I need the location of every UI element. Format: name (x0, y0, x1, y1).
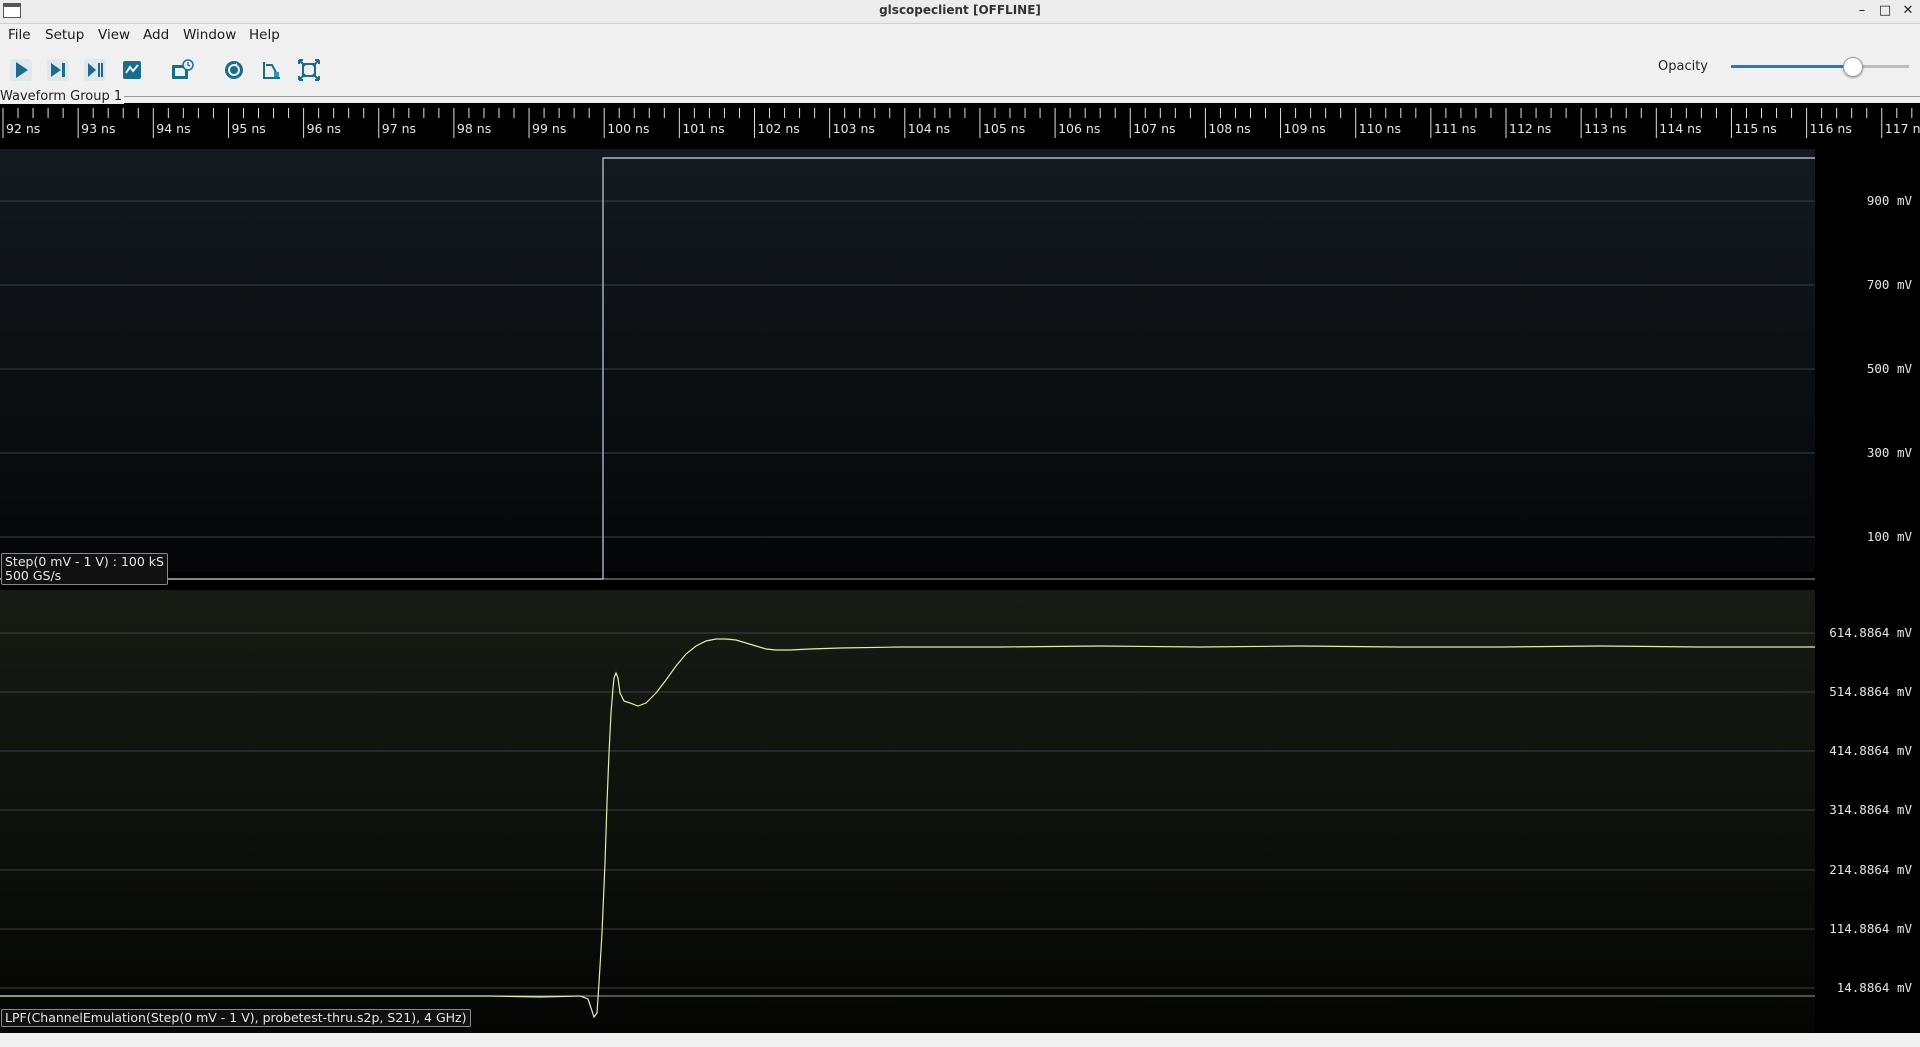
step-channel-label[interactable]: Step(0 mV - 1 V) : 100 kS 500 GS/s (1, 553, 168, 585)
timeline-tick-label: 96 ns (307, 121, 341, 136)
fullscreen-button[interactable] (295, 56, 323, 84)
y-axis-label: 514.8864 mV (1829, 684, 1912, 699)
minimize-icon[interactable]: – (1852, 1, 1872, 21)
timeline-tick-label: 112 ns (1509, 121, 1551, 136)
waveform-canvas[interactable]: 92 ns 93 ns 94 ns 95 ns 96 ns 97 ns 98 ns 99 ns… (0, 103, 1920, 1033)
menu-window[interactable]: Window (183, 27, 236, 43)
y-axis-label: 414.8864 mV (1829, 743, 1912, 758)
stop-icon (123, 61, 141, 79)
menu-setup[interactable]: Setup (45, 27, 84, 43)
refresh-settings-button[interactable] (220, 56, 248, 84)
y-axis-label: 500 mV (1867, 361, 1913, 376)
lpf-channel-label[interactable]: LPF(ChannelEmulation(Step(0 mV - 1 V), p… (1, 1009, 471, 1027)
timeline-tick-label: 114 ns (1659, 121, 1701, 136)
status-strip (0, 1033, 1920, 1047)
lpf-channel-plot-bg (0, 590, 1815, 1033)
fullscreen-icon (298, 59, 320, 81)
y-axis-label: 700 mV (1867, 277, 1913, 292)
clear-sweeps-button[interactable] (258, 56, 286, 84)
timeline-ruler[interactable]: 92 ns 93 ns 94 ns 95 ns 96 ns 97 ns 98 ns 99 ns… (0, 103, 1920, 149)
menu-help[interactable]: Help (249, 27, 280, 43)
lpf-channel-y-axis: 614.8864 mV 514.8864 mV 414.8864 mV 314.886… (1829, 625, 1912, 995)
timeline-tick-label: 102 ns (758, 121, 800, 136)
timeline-tick-label: 113 ns (1584, 121, 1626, 136)
timeline-tick-label: 110 ns (1359, 121, 1401, 136)
y-axis-label: 214.8864 mV (1829, 862, 1912, 877)
force-trigger-button[interactable] (81, 56, 109, 84)
group-frame-line (0, 96, 1920, 97)
step-channel-label-line1: Step(0 mV - 1 V) : 100 kS (5, 554, 164, 569)
window-title: glscopeclient [OFFLINE] (879, 3, 1041, 17)
history-icon (172, 59, 194, 79)
step-icon (47, 59, 69, 81)
timeline-tick-label: 99 ns (532, 121, 566, 136)
y-axis-label: 300 mV (1867, 445, 1913, 460)
timeline-tick-label: 107 ns (1133, 121, 1175, 136)
menu-view[interactable]: View (98, 27, 130, 43)
clear-sweeps-icon (263, 62, 280, 79)
y-axis-label: 614.8864 mV (1829, 625, 1912, 640)
close-icon[interactable]: ✕ (1898, 1, 1918, 21)
timeline-tick-label: 94 ns (156, 121, 190, 136)
timeline-bg (0, 103, 1920, 149)
opacity-slider-handle[interactable] (1843, 57, 1864, 77)
timeline-tick-label: 105 ns (983, 121, 1025, 136)
toolbar: Opacity (0, 47, 1920, 93)
y-axis-label: 100 mV (1867, 529, 1913, 544)
timeline-tick-label: 104 ns (908, 121, 950, 136)
opacity-slider-fill (1731, 65, 1853, 68)
menu-add[interactable]: Add (143, 27, 169, 43)
stop-trigger-button[interactable] (118, 56, 146, 84)
play-icon (10, 59, 32, 81)
timeline-tick-label: 117 ns (1885, 121, 1920, 136)
timeline-tick-label: 116 ns (1810, 121, 1852, 136)
timeline-tick-label: 97 ns (382, 121, 416, 136)
lpf-channel-label-line1: LPF(ChannelEmulation(Step(0 mV - 1 V), p… (5, 1010, 467, 1025)
timeline-tick-label: 103 ns (833, 121, 875, 136)
waveform-group-title: Waveform Group 1 (0, 89, 125, 104)
y-axis-label: 114.8864 mV (1829, 921, 1912, 936)
waveform-group-header: Waveform Group 1 (0, 89, 1920, 104)
timeline-tick-label: 101 ns (682, 121, 724, 136)
start-trigger-button[interactable] (7, 56, 35, 84)
force-icon (84, 59, 106, 81)
y-axis-label: 314.8864 mV (1829, 802, 1912, 817)
maximize-icon[interactable]: □ (1875, 1, 1895, 21)
title-bar: glscopeclient [OFFLINE] – □ ✕ (0, 0, 1920, 24)
timeline-tick-label: 100 ns (607, 121, 649, 136)
history-button[interactable] (168, 56, 196, 84)
opacity-slider[interactable] (1731, 57, 1909, 77)
step-channel-label-line2: 500 GS/s (5, 568, 62, 583)
timeline-tick-label: 115 ns (1734, 121, 1776, 136)
y-axis-label: 14.8864 mV (1837, 980, 1913, 995)
waveform-area[interactable]: 92 ns 93 ns 94 ns 95 ns 96 ns 97 ns 98 ns 99 ns… (0, 103, 1920, 1033)
step-channel-y-axis: 900 mV 700 mV 500 mV 300 mV 100 mV (1867, 193, 1913, 544)
timeline-tick-label: 108 ns (1208, 121, 1250, 136)
timeline-tick-label: 92 ns (6, 121, 40, 136)
timeline-tick-label: 98 ns (457, 121, 491, 136)
refresh-icon (225, 61, 243, 79)
timeline-tick-label: 106 ns (1058, 121, 1100, 136)
timeline-tick-label: 109 ns (1284, 121, 1326, 136)
menu-bar: File Setup View Add Window Help (0, 24, 1920, 47)
step-channel-plot-bg (0, 149, 1815, 572)
timeline-tick-label: 93 ns (81, 121, 115, 136)
timeline-tick-label: 111 ns (1434, 121, 1476, 136)
single-trigger-button[interactable] (44, 56, 72, 84)
y-axis-label: 900 mV (1867, 193, 1913, 208)
opacity-label: Opacity (1658, 59, 1709, 74)
timeline-tick-label: 95 ns (231, 121, 265, 136)
menu-file[interactable]: File (8, 27, 31, 43)
